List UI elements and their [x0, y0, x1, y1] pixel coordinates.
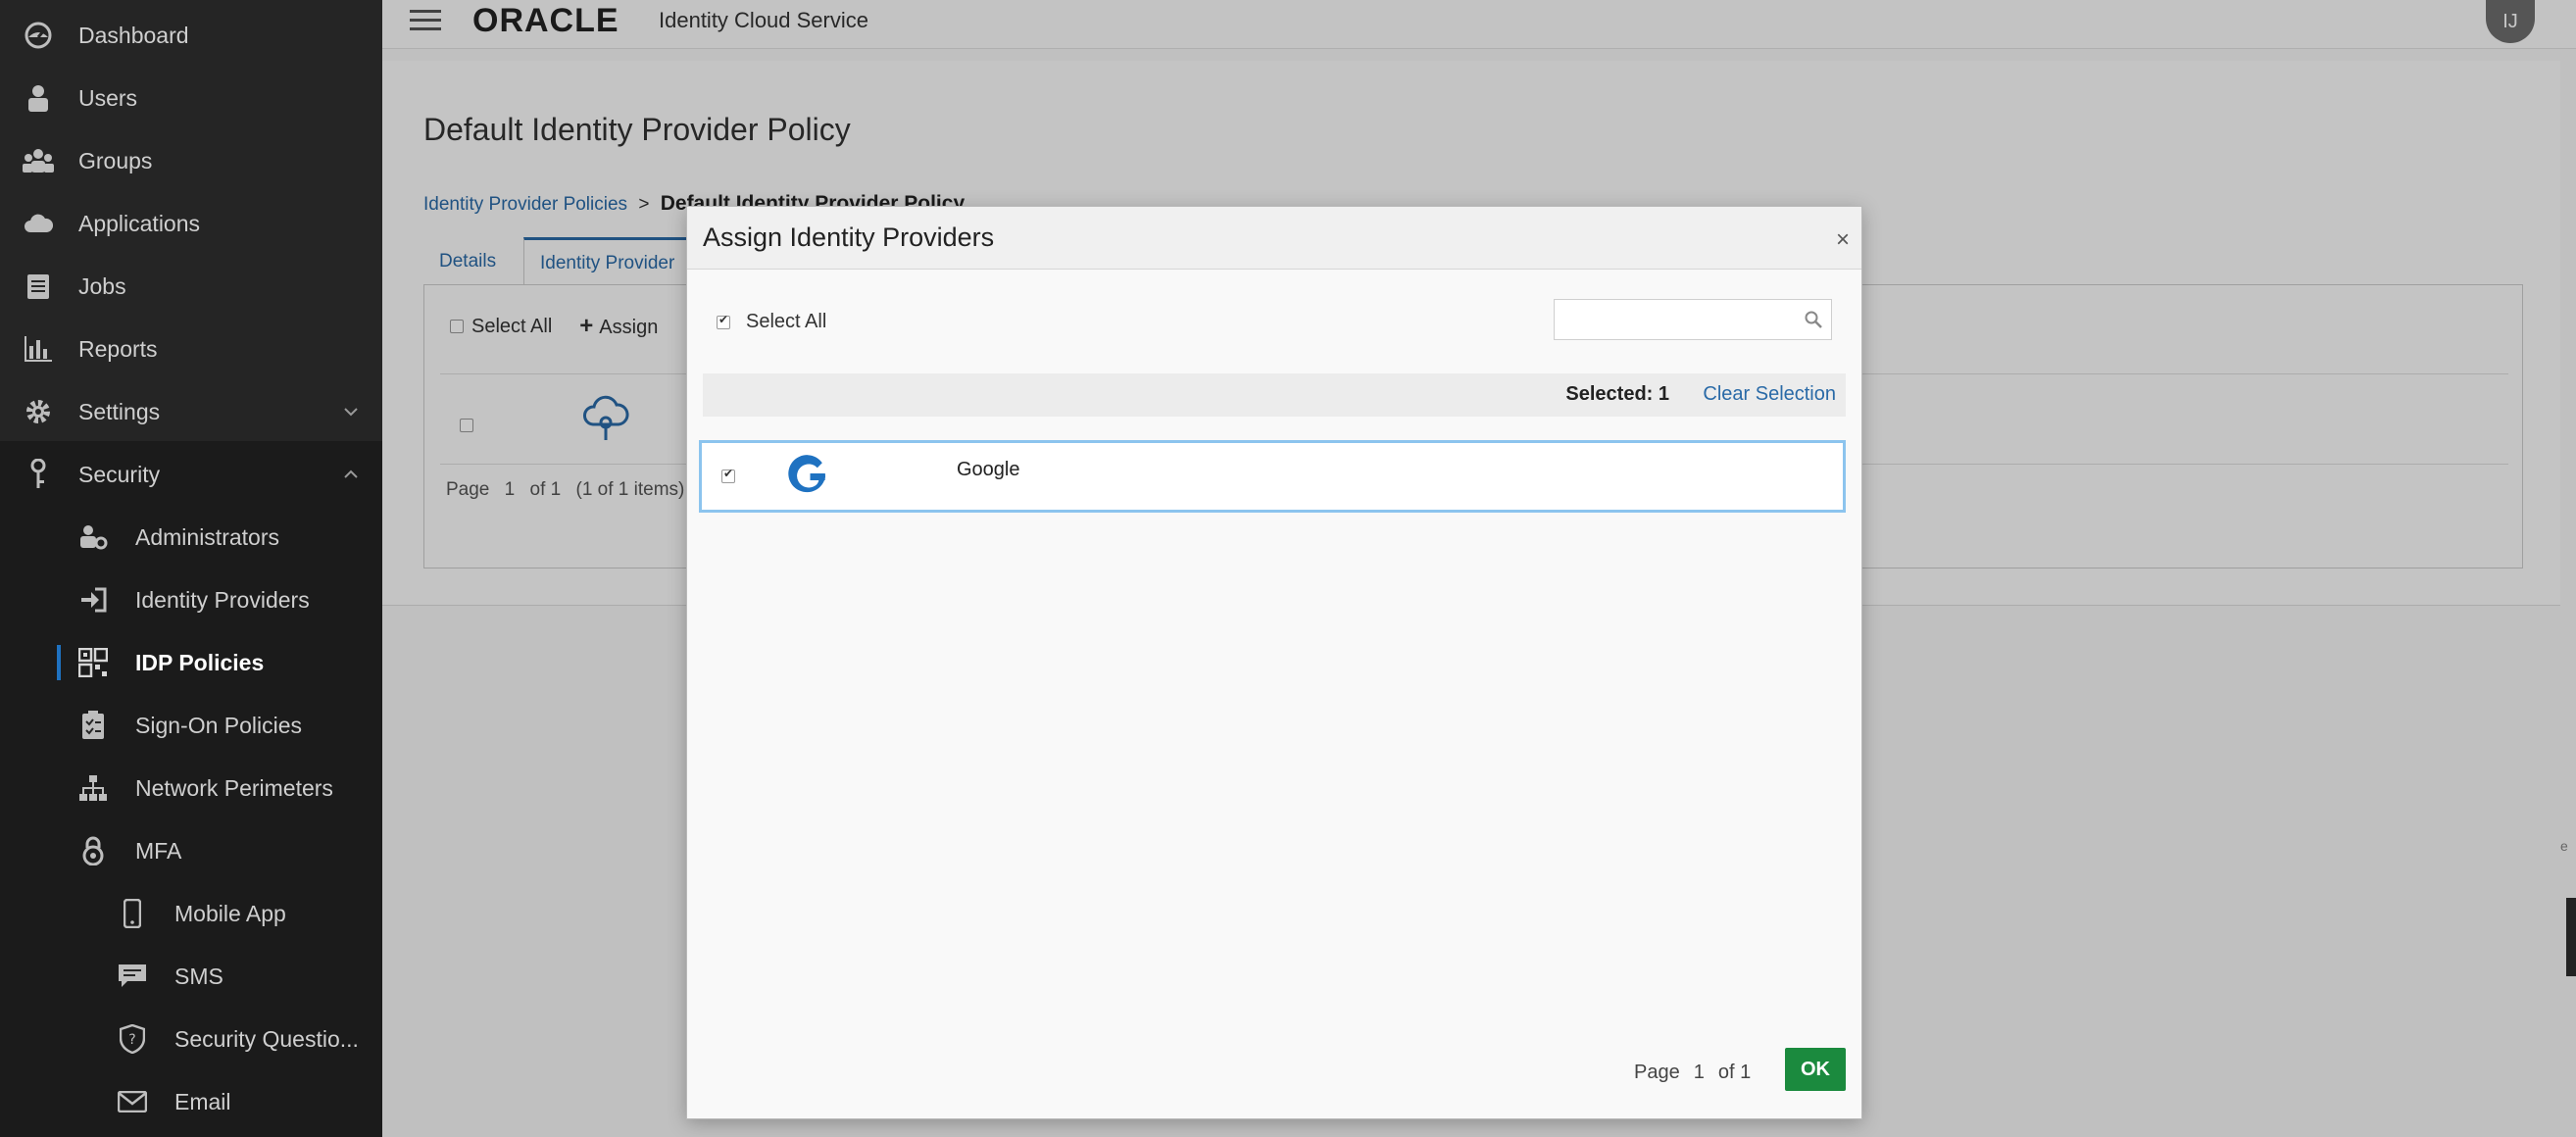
- sidebar-item-label: Dashboard: [78, 22, 189, 48]
- chevron-up-icon[interactable]: [341, 465, 361, 484]
- sidebar-item-identity-providers[interactable]: Identity Providers: [0, 568, 382, 631]
- active-indicator: [57, 645, 61, 680]
- sidebar-item-label: Settings: [78, 398, 161, 424]
- edge-fragment: e: [2560, 838, 2568, 854]
- lock-icon: [76, 834, 110, 867]
- sidebar-item-label: Identity Providers: [135, 586, 310, 613]
- admin-icon: [76, 520, 110, 554]
- ok-button[interactable]: OK: [1785, 1048, 1846, 1091]
- list-item[interactable]: Google: [699, 440, 1846, 513]
- search-input[interactable]: [1555, 300, 1800, 339]
- sidebar-item-mfa[interactable]: MFA: [0, 819, 382, 882]
- sidebar-item-network-perimeters[interactable]: Network Perimeters: [0, 757, 382, 819]
- sidebar-item-label: Security: [78, 461, 161, 487]
- sidebar-item-label: Groups: [78, 147, 153, 173]
- sidebar-item-security[interactable]: Security: [0, 443, 382, 506]
- sidebar-item-label: Jobs: [78, 272, 126, 299]
- svg-text:?: ?: [128, 1032, 135, 1048]
- sidebar-item-label: IDP Policies: [135, 649, 265, 675]
- sidebar-item-label: Network Perimeters: [135, 774, 333, 801]
- groups-icon: [22, 144, 55, 177]
- cloud-icon: [22, 207, 55, 240]
- network-icon: [76, 771, 110, 805]
- sidebar-item-label: Administrators: [135, 523, 279, 550]
- sign-in-icon: [76, 583, 110, 617]
- sidebar-item-label: Reports: [78, 335, 158, 362]
- sidebar-item-security-questions[interactable]: ? Security Questio...: [0, 1008, 382, 1070]
- key-icon: [22, 458, 55, 491]
- sidebar-item-idp-policies[interactable]: IDP Policies: [0, 631, 382, 694]
- google-logo-icon: [786, 453, 833, 500]
- checklist-icon: [76, 709, 110, 742]
- sidebar-item-sms[interactable]: SMS: [0, 945, 382, 1008]
- chevron-down-icon[interactable]: [341, 402, 361, 421]
- mobile-icon: [116, 897, 149, 930]
- assign-identity-providers-dialog: Assign Identity Providers × Select All S…: [686, 206, 1862, 1119]
- selected-count: Selected: 1: [1565, 383, 1669, 405]
- sidebar-item-label: Applications: [78, 210, 201, 236]
- envelope-icon: [116, 1085, 149, 1118]
- pager-of: of 1: [1717, 1062, 1752, 1083]
- dialog-select-all: Select All: [717, 311, 826, 333]
- dialog-pager: Page 1 of 1: [1634, 1062, 1751, 1084]
- pager-page-label: Page: [1634, 1062, 1680, 1083]
- gear-icon: [22, 395, 55, 428]
- sidebar-item-label: MFA: [135, 837, 182, 864]
- dialog-select-all-checkbox[interactable]: [717, 313, 730, 329]
- sidebar: Dashboard Users Groups Applications Jobs…: [0, 0, 382, 1137]
- sidebar-item-applications[interactable]: Applications: [0, 192, 382, 255]
- sidebar-item-label: Email: [174, 1088, 231, 1114]
- edge-fragment-bar: [2566, 898, 2576, 976]
- dialog-select-all-label: Select All: [746, 311, 827, 332]
- sidebar-item-settings[interactable]: Settings: [0, 380, 382, 443]
- sidebar-item-email[interactable]: Email: [0, 1070, 382, 1133]
- sidebar-item-groups[interactable]: Groups: [0, 129, 382, 192]
- sidebar-item-label: SMS: [174, 963, 223, 989]
- dialog-header: Assign Identity Providers ×: [687, 207, 1861, 270]
- sidebar-item-sign-on-policies[interactable]: Sign-On Policies: [0, 694, 382, 757]
- bar-chart-icon: [22, 332, 55, 366]
- sidebar-item-administrators[interactable]: Administrators: [0, 506, 382, 568]
- sidebar-item-users[interactable]: Users: [0, 67, 382, 129]
- user-icon: [22, 81, 55, 115]
- jobs-icon: [22, 270, 55, 303]
- sidebar-item-jobs[interactable]: Jobs: [0, 255, 382, 318]
- selection-bar: Selected: 1 Clear Selection: [703, 373, 1846, 417]
- dialog-title: Assign Identity Providers: [703, 222, 995, 252]
- row-checkbox[interactable]: [721, 467, 735, 483]
- chat-icon: [116, 960, 149, 993]
- identity-provider-name: Google: [957, 459, 1020, 480]
- dashboard-icon: [22, 19, 55, 52]
- sidebar-item-mobile-app[interactable]: Mobile App: [0, 882, 382, 945]
- clear-selection-link[interactable]: Clear Selection: [1703, 383, 1836, 406]
- sidebar-item-label: Users: [78, 84, 138, 111]
- pager-page-number[interactable]: 1: [1694, 1062, 1705, 1084]
- search-icon[interactable]: [1804, 310, 1823, 329]
- sidebar-item-reports[interactable]: Reports: [0, 318, 382, 380]
- dialog-search: [1554, 299, 1832, 340]
- sidebar-item-label: Mobile App: [174, 900, 286, 926]
- shield-question-icon: ?: [116, 1022, 149, 1056]
- qr-policy-icon: [76, 646, 110, 679]
- sidebar-item-label: Security Questio...: [174, 1025, 359, 1052]
- sidebar-item-label: Sign-On Policies: [135, 712, 303, 738]
- close-icon[interactable]: ×: [1836, 226, 1850, 254]
- sidebar-item-dashboard[interactable]: Dashboard: [0, 4, 382, 67]
